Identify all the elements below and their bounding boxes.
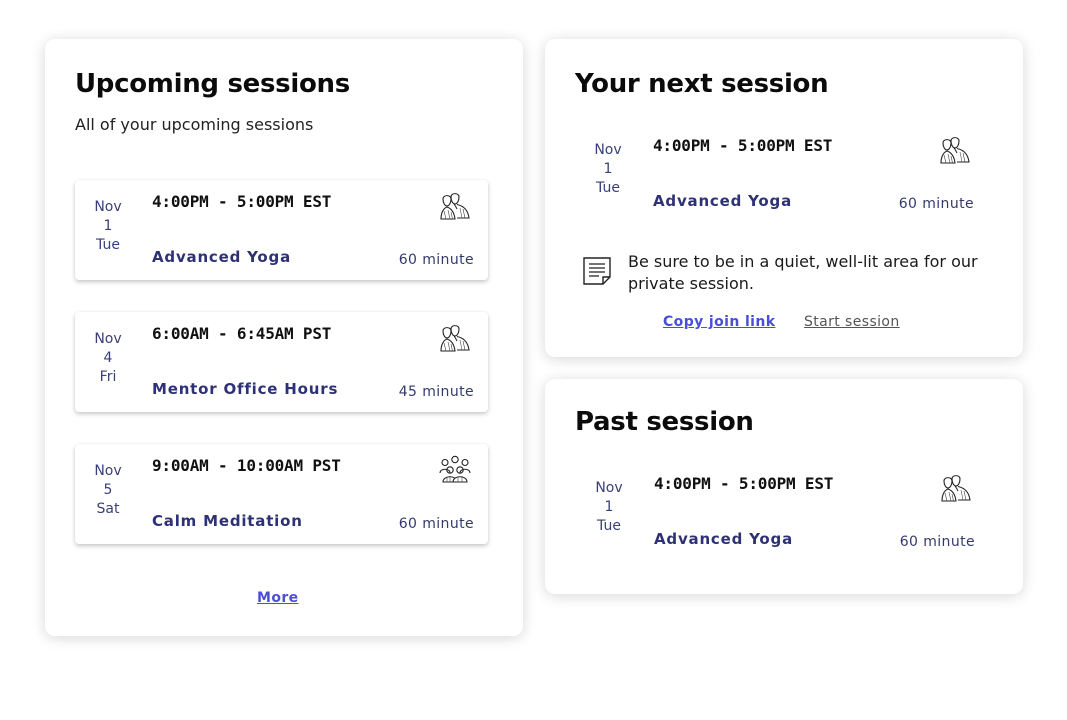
session-day: 5 [103,482,113,498]
session-date: Nov 5 Sat [83,462,133,519]
session-time: 9:00AM - 10:00AM PST [152,456,341,475]
copy-join-link-button[interactable]: Copy join link [663,314,775,330]
session-card[interactable]: Nov 1 Tue 4:00PM - 5:00PM EST Advanced Y… [75,180,488,280]
session-month: Nov [595,480,623,496]
session-date: Nov 1 Tue [83,198,133,255]
upcoming-sessions-card: Upcoming sessions All of your upcoming s… [45,39,523,636]
session-name: Mentor Office Hours [152,380,339,398]
session-card[interactable]: Nov 1 Tue 4:00PM - 5:00PM EST Advanced Y… [576,469,989,569]
private-session-icon [438,191,472,221]
session-duration: 60 minute [899,534,975,550]
session-weekday: Tue [597,518,621,534]
session-duration: 60 minute [898,196,974,212]
session-card[interactable]: Nov 1 Tue 4:00PM - 5:00PM EST Advanced Y… [575,131,988,231]
session-name: Advanced Yoga [654,530,793,548]
session-weekday: Tue [596,180,620,196]
session-day: 1 [604,499,614,515]
next-session-card: Your next session Nov 1 Tue 4:00PM - 5:0… [545,39,1023,357]
next-session-title: Your next session [575,69,829,99]
more-link[interactable]: More [257,590,299,606]
session-duration: 45 minute [398,384,474,400]
session-name: Calm Meditation [152,512,303,530]
session-time: 4:00PM - 5:00PM EST [152,192,332,211]
session-day: 1 [103,218,113,234]
session-month: Nov [594,142,622,158]
document-icon [581,255,613,287]
session-date: Nov 4 Fri [83,330,133,387]
upcoming-sessions-title: Upcoming sessions [75,69,350,99]
session-date: Nov 1 Tue [584,479,634,536]
session-month: Nov [94,463,122,479]
session-weekday: Sat [96,501,120,517]
session-day: 1 [603,161,613,177]
session-time: 4:00PM - 5:00PM EST [654,474,834,493]
start-session-button[interactable]: Start session [804,314,900,330]
session-day: 4 [103,350,113,366]
upcoming-sessions-subtitle: All of your upcoming sessions [75,115,314,134]
session-weekday: Tue [96,237,120,253]
private-session-icon [438,323,472,353]
session-weekday: Fri [99,369,117,385]
session-month: Nov [94,331,122,347]
group-session-icon [438,455,472,485]
session-date: Nov 1 Tue [583,141,633,198]
past-session-card: Past session Nov 1 Tue 4:00PM - 5:00PM E… [545,379,1023,594]
private-session-icon [939,473,973,503]
session-month: Nov [94,199,122,215]
session-name: Advanced Yoga [152,248,291,266]
past-session-title: Past session [575,407,754,437]
session-note: Be sure to be in a quiet, well-lit area … [628,252,978,293]
private-session-icon [938,135,972,165]
session-name: Advanced Yoga [653,192,792,210]
session-card[interactable]: Nov 5 Sat 9:00AM - 10:00AM PST Calm Medi… [75,444,488,544]
session-duration: 60 minute [398,252,474,268]
session-card[interactable]: Nov 4 Fri 6:00AM - 6:45AM PST Mentor Off… [75,312,488,412]
session-time: 6:00AM - 6:45AM PST [152,324,332,343]
session-time: 4:00PM - 5:00PM EST [653,136,833,155]
session-duration: 60 minute [398,516,474,532]
